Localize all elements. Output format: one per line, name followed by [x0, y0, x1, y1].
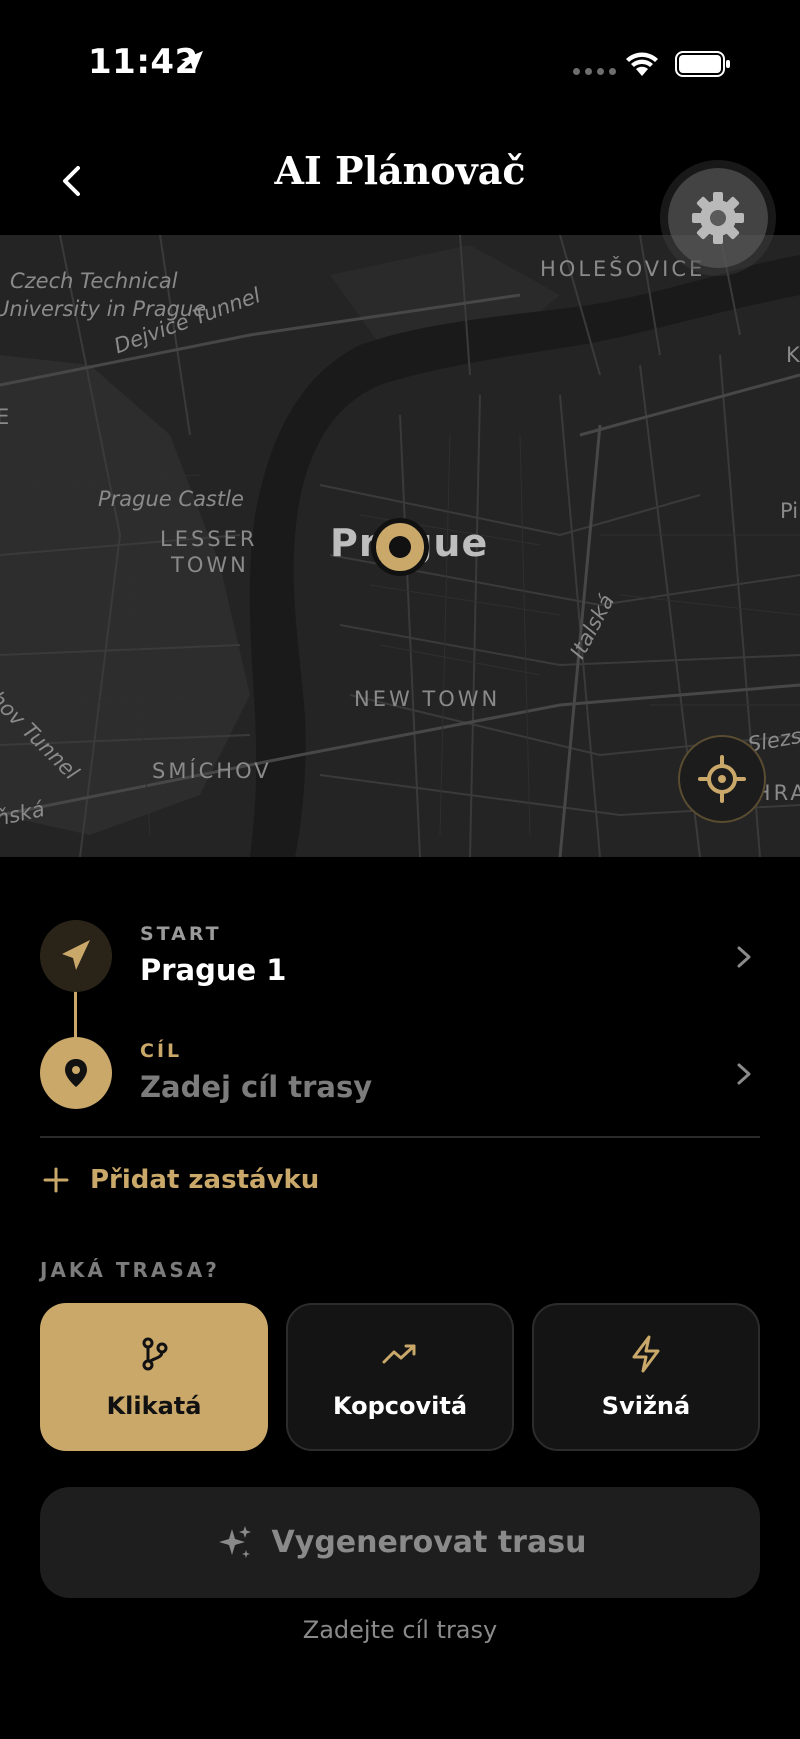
map-pin-icon — [65, 1059, 87, 1087]
route-option-klikata[interactable]: Klikatá — [40, 1303, 268, 1451]
map-label: LESSER — [160, 527, 258, 551]
crosshair-icon — [698, 755, 746, 803]
route-option-label: Kopcovitá — [332, 1392, 468, 1420]
chevron-right-icon[interactable] — [732, 1059, 756, 1089]
location-arrow-icon — [181, 51, 203, 73]
route-option-svizna[interactable]: Svižná — [532, 1303, 760, 1451]
start-field[interactable]: Prague 1 — [140, 953, 286, 987]
hint-text: Zadejte cíl trasy — [302, 1616, 498, 1644]
map-label: TOWN — [171, 553, 249, 577]
generate-route-label: Vygenerovat trasu — [271, 1525, 587, 1560]
chevron-right-icon[interactable] — [732, 942, 756, 972]
route-option-label: Klikatá — [106, 1392, 202, 1420]
sparkles-icon — [218, 1525, 251, 1558]
map-label: K — [786, 343, 800, 367]
cellular-signal-icon — [573, 68, 616, 75]
lightning-icon — [632, 1335, 660, 1373]
battery-icon — [675, 51, 730, 77]
map-label: Prague Castle — [98, 487, 244, 511]
map-label: Pi — [780, 499, 799, 523]
gear-icon — [692, 192, 744, 244]
map-label: SMÍCHOV — [152, 759, 272, 783]
settings-button[interactable] — [668, 168, 768, 268]
trending-up-icon — [382, 1344, 416, 1364]
destination-label: CÍL — [140, 1040, 183, 1062]
destination-icon — [40, 1037, 112, 1109]
start-label: START — [140, 923, 222, 945]
map-label: E — [0, 405, 10, 429]
navigation-arrow-icon — [62, 940, 90, 970]
generate-route-button[interactable]: Vygenerovat trasu — [40, 1487, 760, 1598]
branch-icon — [142, 1337, 168, 1371]
wifi-icon — [626, 52, 658, 76]
route-type-title: JAKÁ TRASA? — [40, 1258, 220, 1282]
locate-me-button[interactable] — [678, 735, 766, 823]
route-option-label: Svižná — [601, 1392, 691, 1420]
plus-icon — [43, 1167, 69, 1193]
add-stop-button[interactable]: Přidat zastávku — [40, 1160, 319, 1200]
location-pin-icon[interactable] — [371, 518, 429, 576]
map-label: Czech Technical — [10, 269, 178, 293]
divider — [40, 1136, 760, 1138]
map-label: NEW TOWN — [354, 687, 501, 711]
add-stop-label: Přidat zastávku — [90, 1165, 320, 1195]
destination-field[interactable]: Zadej cíl trasy — [140, 1070, 372, 1104]
route-option-kopcovita[interactable]: Kopcovitá — [286, 1303, 514, 1451]
start-icon — [40, 920, 112, 992]
